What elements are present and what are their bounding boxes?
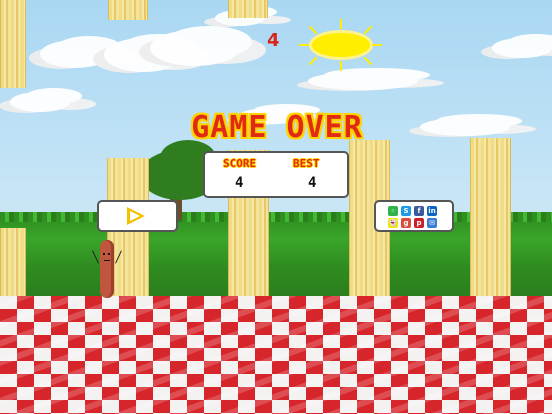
cloud: [492, 38, 552, 58]
google-plus-share-icon[interactable]: g: [401, 218, 411, 228]
play-icon-inner: [130, 211, 140, 221]
sun-icon: [312, 33, 370, 57]
sun-ray: [340, 61, 342, 71]
game-scene: 4 GAME OVER SCORE BEST 4 4 ◦ Sf in 👻 g p ✉: [0, 0, 552, 414]
facebook-share-icon[interactable]: f: [414, 206, 424, 216]
cloud: [40, 40, 110, 68]
mouth: [104, 258, 110, 261]
snapchat-share-icon[interactable]: 👻: [388, 218, 398, 228]
cloud: [10, 92, 70, 112]
sun-ray: [299, 44, 309, 46]
share-panel: ◦ Sf in 👻 g p ✉: [374, 200, 454, 232]
pipe-top: [228, 0, 268, 18]
pipe-top: [108, 0, 148, 20]
best-label: BEST: [293, 157, 320, 170]
linkedin-share-icon[interactable]: in: [427, 206, 437, 216]
sun-ray: [372, 44, 382, 46]
score-value: 4: [235, 175, 244, 191]
pinterest-share-icon[interactable]: p: [414, 218, 424, 228]
sausage-character: [100, 240, 114, 298]
pipe-bottom: [0, 228, 26, 298]
pipe-bottom: [470, 138, 511, 298]
score-panel: SCORE BEST 4 4: [203, 151, 349, 198]
sun-ray: [340, 19, 342, 29]
sun-ray: [308, 56, 318, 66]
game-over-title: GAME OVER: [191, 110, 363, 145]
email-share-icon[interactable]: ✉: [427, 218, 437, 228]
play-button[interactable]: [97, 200, 178, 232]
skype-share-icon[interactable]: S: [401, 206, 411, 216]
live-score: 4: [267, 30, 280, 51]
sun-ray: [363, 25, 373, 35]
score-label: SCORE: [223, 157, 257, 170]
checkered-floor: [0, 296, 552, 414]
sun-ray: [363, 56, 373, 66]
eye: [103, 253, 105, 255]
cloud: [308, 72, 418, 90]
pipe-top: [0, 0, 26, 88]
best-value: 4: [308, 175, 317, 191]
cloud: [150, 30, 240, 66]
cloud: [420, 118, 510, 136]
messages-share-icon[interactable]: ◦: [388, 206, 398, 216]
sun-ray: [308, 25, 318, 35]
eye: [108, 253, 110, 255]
